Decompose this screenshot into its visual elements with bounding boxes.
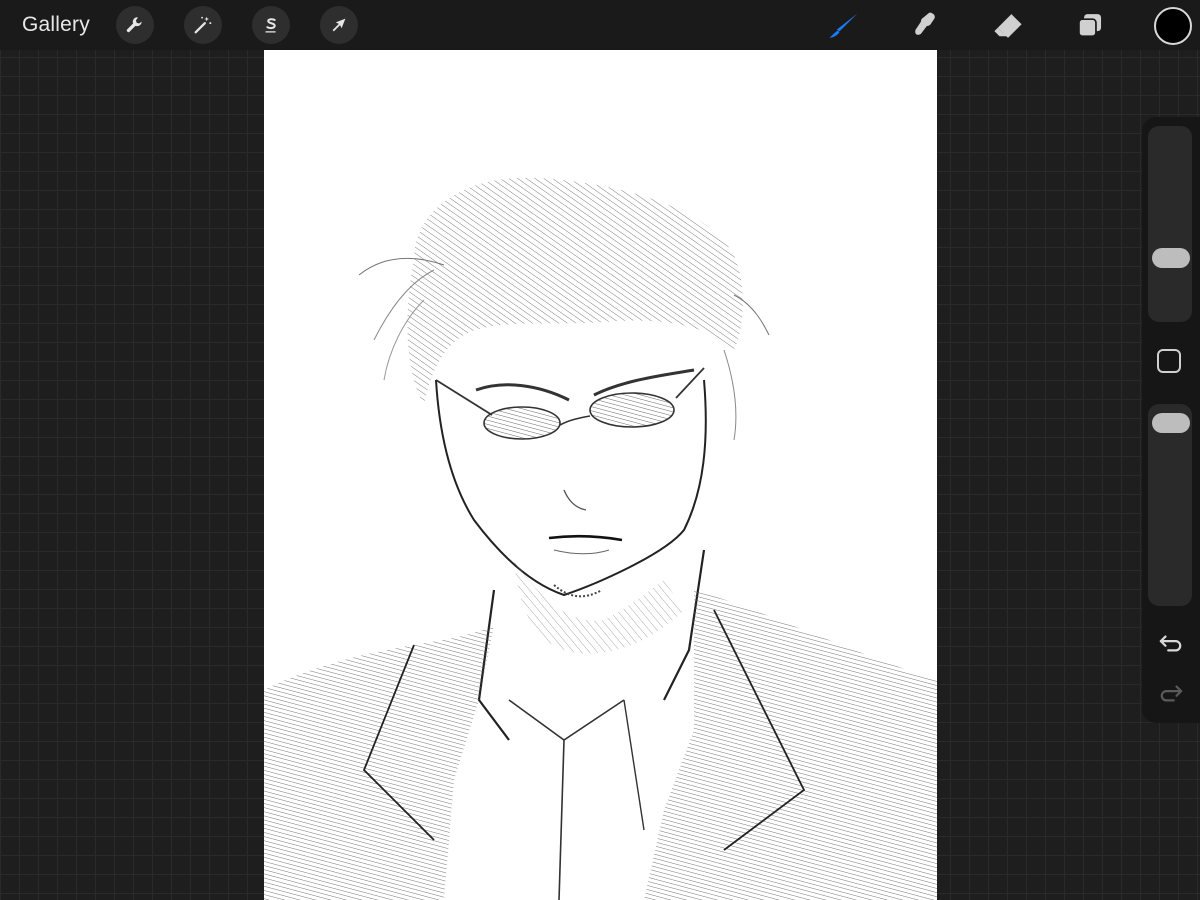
redo-button[interactable] (1156, 680, 1186, 706)
brush-icon (829, 13, 858, 38)
square-modifier-icon[interactable] (1157, 349, 1181, 373)
actions-button[interactable] (116, 6, 154, 44)
brush-size-slider[interactable] (1148, 126, 1192, 322)
arrow-cursor-icon (332, 18, 346, 32)
redo-icon (1160, 685, 1183, 702)
layers-icon (1078, 14, 1102, 38)
sketch-artwork (264, 177, 937, 900)
eraser-button[interactable] (988, 6, 1028, 46)
undo-button[interactable] (1156, 630, 1186, 656)
magic-wand-icon (194, 16, 212, 34)
brush-size-thumb[interactable] (1152, 247, 1190, 268)
wrench-icon (126, 17, 142, 33)
transform-button[interactable] (320, 6, 358, 44)
paint-brush-button[interactable] (824, 6, 864, 46)
drawing-canvas[interactable] (264, 50, 937, 900)
top-toolbar: Gallery (0, 0, 1200, 50)
layers-button[interactable] (1070, 6, 1110, 46)
smudge-icon (915, 12, 935, 35)
selection-s-icon (265, 18, 276, 33)
selection-button[interactable] (252, 6, 290, 44)
gallery-button[interactable]: Gallery (22, 13, 90, 37)
eraser-icon (994, 14, 1022, 38)
opacity-thumb[interactable] (1152, 412, 1190, 433)
smudge-button[interactable] (906, 6, 946, 46)
color-picker-button[interactable] (1154, 7, 1192, 45)
adjustments-button[interactable] (184, 6, 222, 44)
opacity-slider[interactable] (1148, 404, 1192, 606)
undo-icon (1159, 635, 1182, 652)
